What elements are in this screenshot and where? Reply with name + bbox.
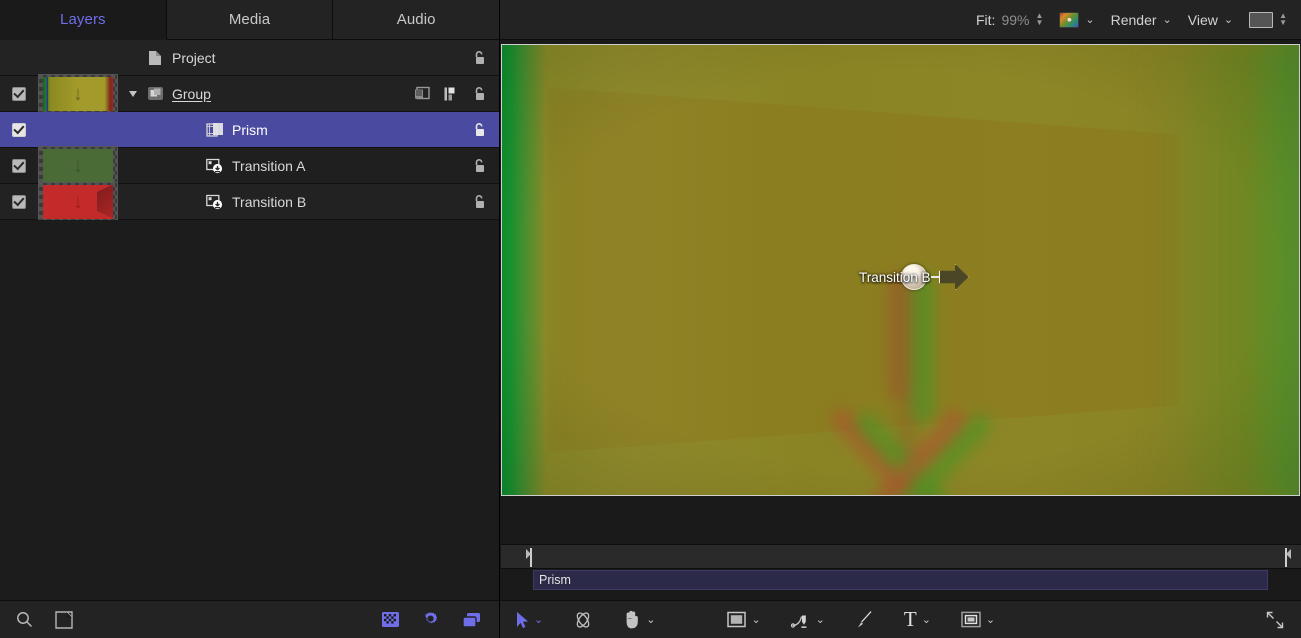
- fit-label: Fit:: [976, 12, 995, 28]
- pen-icon[interactable]: [791, 610, 811, 630]
- red-thumbnail: ↓: [38, 182, 118, 222]
- background-swatch-icon: [1249, 12, 1273, 28]
- out-point-marker[interactable]: [1284, 548, 1291, 567]
- fit-value: 99%: [1001, 12, 1029, 28]
- unlock-icon[interactable]: [473, 158, 487, 173]
- panel-tabs: Layers Media Audio: [0, 0, 499, 40]
- transition-a-visibility-checkbox[interactable]: [0, 159, 38, 173]
- render-menu[interactable]: Render ⌄: [1111, 12, 1172, 28]
- layer-row-transition-b[interactable]: ↓ Transition B: [0, 184, 499, 220]
- pan-tool[interactable]: ⌄: [623, 610, 655, 629]
- gear-icon[interactable]: [422, 611, 439, 628]
- align-icon[interactable]: [444, 87, 460, 101]
- viewer-canvas[interactable]: Transition B: [501, 44, 1300, 496]
- checkerboard-icon[interactable]: [382, 612, 399, 627]
- tools-toolbar: ⌄ ⌄ ⌄: [500, 600, 1301, 638]
- green-thumbnail: ↓: [38, 146, 118, 186]
- chevron-down-icon: ⌄: [1163, 13, 1172, 26]
- chevron-down-icon: ⌄: [1224, 13, 1233, 26]
- group-disclosure-triangle[interactable]: [122, 90, 144, 98]
- prism-label: Prism: [232, 122, 268, 138]
- filter-icon: [204, 122, 226, 138]
- layer-row-group[interactable]: ↓ Group: [0, 76, 499, 112]
- group-label: Group: [172, 86, 211, 102]
- search-icon[interactable]: [16, 611, 33, 628]
- transition-b-onscreen-control[interactable]: Transition B: [859, 264, 969, 290]
- rectangle-icon[interactable]: [727, 611, 746, 628]
- color-wheel-icon: [1059, 12, 1079, 28]
- color-channel-control[interactable]: ⌄: [1059, 12, 1094, 28]
- layer-list: Project ↓ Group: [0, 40, 499, 600]
- tab-layers[interactable]: Layers: [0, 0, 167, 40]
- background-control[interactable]: ▲▼: [1249, 12, 1287, 28]
- image-import-icon: [204, 158, 226, 174]
- select-tool[interactable]: ⌄: [516, 611, 543, 629]
- unlock-icon[interactable]: [473, 194, 487, 209]
- layer-row-project[interactable]: Project: [0, 40, 499, 76]
- transition-b-overlay-label: Transition B: [859, 270, 931, 285]
- transform-3d-tool[interactable]: [573, 610, 593, 630]
- mask-tool[interactable]: ⌄: [961, 611, 995, 628]
- chevron-down-icon[interactable]: ⌄: [922, 613, 931, 626]
- view-menu[interactable]: View ⌄: [1188, 12, 1233, 28]
- mask-icon[interactable]: [414, 86, 431, 101]
- brush-icon[interactable]: [855, 610, 874, 629]
- tab-audio[interactable]: Audio: [333, 0, 499, 40]
- group-visibility-checkbox[interactable]: [0, 87, 38, 101]
- in-point-marker[interactable]: [526, 548, 533, 567]
- connector-line: [931, 276, 939, 278]
- resize-diagonal-icon[interactable]: [1265, 610, 1285, 630]
- right-arrow-icon[interactable]: [939, 264, 969, 290]
- text-T-icon[interactable]: T: [904, 610, 917, 629]
- layer-row-transition-a[interactable]: ↓ Transition A: [0, 148, 499, 184]
- stack-icon[interactable]: [462, 612, 481, 628]
- chevron-down-icon[interactable]: ⌄: [646, 613, 655, 626]
- viewer-panel: Fit: 99% ▲▼ ⌄ Render ⌄ View ⌄ ▲▼: [500, 0, 1301, 638]
- fit-stepper-icon[interactable]: ▲▼: [1035, 13, 1043, 26]
- render-label: Render: [1111, 12, 1157, 28]
- group-icon: [144, 86, 166, 101]
- transition-a-label: Transition A: [232, 158, 305, 174]
- add-layer-icon[interactable]: [55, 611, 73, 629]
- unlock-icon[interactable]: [473, 86, 487, 101]
- chevron-down-icon[interactable]: ⌄: [1085, 13, 1094, 26]
- layer-row-prism[interactable]: Prism: [0, 112, 499, 148]
- image-import-icon: [204, 194, 226, 210]
- shape-tool[interactable]: ⌄: [727, 611, 760, 628]
- timeline-track-label: Prism: [534, 571, 1267, 587]
- zoom-fit-control[interactable]: Fit: 99% ▲▼: [976, 12, 1043, 28]
- chevron-down-icon[interactable]: ⌄: [751, 613, 760, 626]
- chevron-down-icon[interactable]: ⌄: [986, 613, 995, 626]
- app-window: Layers Media Audio Project: [0, 0, 1301, 638]
- unlock-icon[interactable]: [473, 122, 487, 137]
- transition-b-visibility-checkbox[interactable]: [0, 195, 38, 209]
- chevron-down-icon[interactable]: ⌄: [534, 613, 543, 626]
- orbit-icon[interactable]: [573, 610, 593, 630]
- timeline-track-prism[interactable]: Prism: [533, 570, 1268, 590]
- mask-rect-icon[interactable]: [961, 611, 981, 628]
- document-icon: [144, 50, 166, 66]
- group-thumbnail: ↓: [38, 74, 118, 114]
- layer-list-empty-area: [0, 220, 499, 600]
- background-stepper-icon[interactable]: ▲▼: [1279, 13, 1287, 26]
- paint-tool[interactable]: [855, 610, 874, 629]
- mini-timeline: Prism: [500, 537, 1301, 600]
- bezier-tool[interactable]: ⌄: [791, 610, 825, 630]
- playhead-marker[interactable]: [912, 546, 923, 570]
- arrow-cursor-icon[interactable]: [516, 611, 529, 629]
- unlock-icon[interactable]: [473, 50, 487, 65]
- layers-bottom-toolbar: [0, 600, 499, 638]
- viewer-top-toolbar: Fit: 99% ▲▼ ⌄ Render ⌄ View ⌄ ▲▼: [500, 0, 1301, 40]
- view-label: View: [1188, 12, 1218, 28]
- timeline-ruler[interactable]: [501, 544, 1301, 569]
- layers-panel: Layers Media Audio Project: [0, 0, 500, 638]
- prism-visibility-checkbox[interactable]: [0, 123, 38, 137]
- tab-media[interactable]: Media: [167, 0, 334, 40]
- text-tool[interactable]: T ⌄: [904, 610, 931, 629]
- chevron-down-icon[interactable]: ⌄: [816, 613, 825, 626]
- project-label: Project: [172, 50, 216, 66]
- transition-b-label: Transition B: [232, 194, 306, 210]
- hand-icon[interactable]: [623, 610, 641, 629]
- canvas-area: Transition B: [500, 40, 1301, 537]
